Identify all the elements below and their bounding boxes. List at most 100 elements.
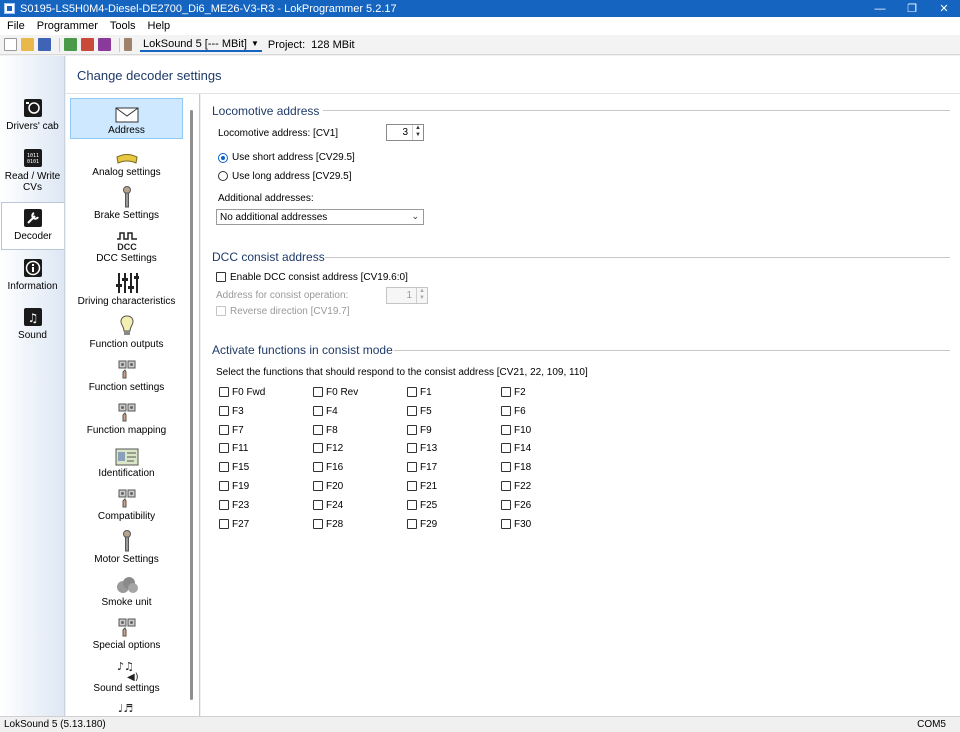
category-driving-characteristics[interactable]: Driving characteristics: [70, 270, 183, 311]
function-checkbox[interactable]: [313, 519, 323, 529]
nav-read-write-cvs[interactable]: 1011 0101 Read / Write CVs: [1, 148, 64, 193]
category-analog-settings[interactable]: Analog settings: [70, 141, 183, 182]
function-checkbox[interactable]: [501, 406, 511, 416]
function-checkbox[interactable]: [407, 406, 417, 416]
menu-programmer[interactable]: Programmer: [32, 20, 103, 32]
category-address[interactable]: Address: [70, 98, 183, 139]
function-checkbox[interactable]: [501, 443, 511, 453]
function-checkbox[interactable]: [313, 406, 323, 416]
function-checkbox[interactable]: [407, 443, 417, 453]
page-title: Change decoder settings: [77, 68, 222, 83]
smoke-icon: [70, 573, 183, 595]
function-checkbox[interactable]: [313, 443, 323, 453]
left-navigation: Drivers' cab 1011 0101 Read / Write CVs D…: [0, 56, 65, 716]
close-button[interactable]: ✕: [928, 0, 960, 17]
tools-icon[interactable]: [124, 38, 132, 51]
function-label: F22: [514, 481, 532, 492]
function-checkbox[interactable]: [219, 481, 229, 491]
locomotive-address-label: Locomotive address: [CV1]: [218, 128, 339, 139]
function-checkbox[interactable]: [219, 500, 229, 510]
decoder-type-select[interactable]: LokSound 5 [--- MBit] ▼: [140, 37, 262, 52]
function-checkbox[interactable]: [407, 387, 417, 397]
category-dcc-settings[interactable]: DCC DCC Settings: [70, 227, 183, 268]
function-checkbox[interactable]: [407, 481, 417, 491]
menu-help[interactable]: Help: [143, 20, 176, 32]
function-mapping-icon: [70, 401, 183, 423]
function-checkbox[interactable]: [501, 500, 511, 510]
import-icon[interactable]: [64, 38, 77, 51]
category-scrollbar[interactable]: [190, 110, 193, 700]
nav-decoder[interactable]: Decoder: [1, 202, 64, 250]
category-brake-settings[interactable]: Brake Settings: [70, 184, 183, 225]
function-checkbox[interactable]: [313, 425, 323, 435]
reverse-direction-checkbox[interactable]: [216, 306, 226, 316]
menu-file[interactable]: File: [2, 20, 30, 32]
new-file-icon[interactable]: [4, 38, 17, 51]
write-decoder-icon[interactable]: [81, 38, 94, 51]
function-checkbox[interactable]: [219, 519, 229, 529]
envelope-icon: [71, 101, 182, 123]
nav-information[interactable]: Information: [1, 258, 64, 292]
nav-drivers-cab[interactable]: Drivers' cab: [1, 98, 64, 132]
function-checkbox[interactable]: [407, 519, 417, 529]
category-smoke-unit[interactable]: Smoke unit: [70, 571, 183, 612]
function-checkbox[interactable]: [219, 425, 229, 435]
function-checkbox[interactable]: [501, 387, 511, 397]
function-checkbox[interactable]: [219, 387, 229, 397]
function-checkbox[interactable]: [501, 425, 511, 435]
enable-consist-checkbox[interactable]: [216, 272, 226, 282]
category-function-mapping[interactable]: Function mapping: [70, 399, 183, 440]
short-address-radio[interactable]: [218, 153, 228, 163]
category-function-outputs[interactable]: Function outputs: [70, 313, 183, 354]
function-label: F8: [326, 425, 338, 436]
nav-label: Sound: [18, 330, 47, 341]
category-special-options[interactable]: Special options: [70, 614, 183, 655]
spinner-arrows-icon[interactable]: ▲ ▼: [412, 125, 423, 140]
menu-tools[interactable]: Tools: [105, 20, 141, 32]
consist-address-value: 1: [406, 290, 412, 301]
function-checkbox[interactable]: [407, 425, 417, 435]
maximize-button[interactable]: ❐: [896, 0, 928, 17]
function-checkbox[interactable]: [313, 500, 323, 510]
function-checkbox[interactable]: [407, 500, 417, 510]
read-decoder-icon[interactable]: [98, 38, 111, 51]
section-divider: [323, 110, 950, 111]
category-label: Address: [108, 125, 145, 136]
long-address-radio[interactable]: [218, 171, 228, 181]
function-checkbox[interactable]: [313, 387, 323, 397]
additional-addresses-select[interactable]: No additional addresses ⌄: [216, 209, 424, 225]
nav-sound[interactable]: ♫ Sound: [1, 307, 64, 341]
minimize-button[interactable]: —: [864, 0, 896, 17]
function-label: F9: [420, 425, 432, 436]
function-checkbox[interactable]: [313, 481, 323, 491]
locomotive-address-spinner[interactable]: 3 ▲ ▼: [386, 124, 424, 141]
spinner-arrows-icon[interactable]: ▲ ▼: [416, 288, 427, 303]
function-checkbox[interactable]: [219, 462, 229, 472]
function-label: F25: [420, 500, 438, 511]
category-sound-settings[interactable]: ♪♫ ◀) Sound settings: [70, 657, 183, 698]
category-label: Identification: [98, 468, 155, 479]
consist-address-spinner[interactable]: 1 ▲ ▼: [386, 287, 428, 304]
function-checkbox[interactable]: [219, 406, 229, 416]
category-partial: ♩♬: [70, 698, 183, 716]
function-checkbox[interactable]: [501, 481, 511, 491]
function-label: F23: [232, 500, 250, 511]
function-checkbox[interactable]: [219, 443, 229, 453]
save-icon[interactable]: [38, 38, 51, 51]
section-divider: [394, 350, 950, 351]
function-checkbox[interactable]: [407, 462, 417, 472]
category-compatibility[interactable]: Compatibility: [70, 485, 183, 526]
category-motor-settings[interactable]: Motor Settings: [70, 528, 183, 569]
function-checkbox[interactable]: [501, 462, 511, 472]
sliders-icon: [70, 272, 183, 294]
function-checkbox[interactable]: [313, 462, 323, 472]
section-title-consist-functions: Activate functions in consist mode: [212, 343, 393, 357]
sound-settings-icon: ♪♫ ◀): [70, 659, 183, 681]
category-label: Analog settings: [92, 167, 161, 178]
function-checkbox[interactable]: [501, 519, 511, 529]
special-options-icon: [70, 616, 183, 638]
section-title-locomotive-address: Locomotive address: [212, 104, 320, 118]
open-folder-icon[interactable]: [21, 38, 34, 51]
category-function-settings[interactable]: Function settings: [70, 356, 183, 397]
category-identification[interactable]: Identification: [70, 442, 183, 483]
